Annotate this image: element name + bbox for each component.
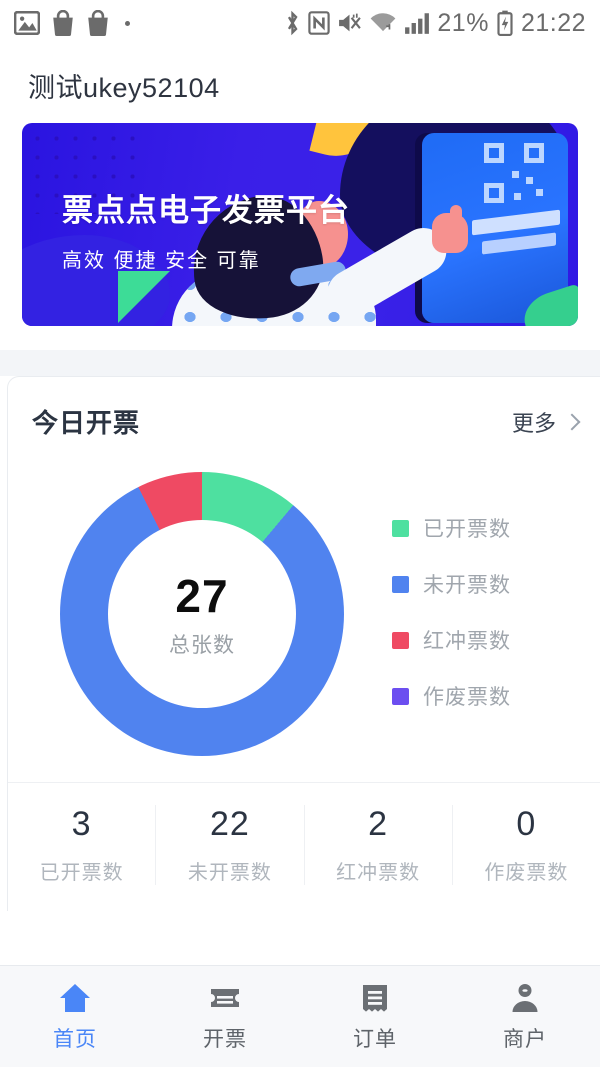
bluetooth-icon [288, 10, 298, 36]
banner-container: 票点点电子发票平台 高效 便捷 安全 可靠 [0, 123, 600, 326]
ticket-icon [211, 988, 239, 1007]
status-bar-notifications [14, 10, 130, 36]
legend-label: 已开票数 [423, 518, 511, 541]
stat-label: 已开票数 [39, 862, 124, 884]
legend-item: 红冲票数 [392, 625, 511, 655]
stat-label: 未开票数 [187, 862, 272, 884]
stat-cell[interactable]: 0 作废票数 [453, 805, 600, 885]
tab-label: 开票 [203, 1027, 247, 1051]
legend-swatch-icon [392, 687, 409, 705]
tab-invoice[interactable]: 开票 [150, 981, 300, 1053]
stat-value: 3 [71, 805, 92, 843]
stats-row: 3 已开票数 22 未开票数 2 红冲票数 0 作废票数 [8, 782, 600, 911]
chart-legend: 已开票数未开票数红冲票数作废票数 [392, 513, 511, 711]
shopping-bag-icon [88, 10, 108, 36]
home-icon [60, 983, 90, 1012]
stat-cell[interactable]: 22 未开票数 [156, 805, 305, 885]
page-title: 测试ukey52104 [28, 73, 220, 103]
person-icon [512, 983, 538, 1012]
bottom-tab-bar: 首页 开票 订单 商户 [0, 965, 600, 1067]
battery-percent: 21% [437, 8, 489, 37]
card-title: 今日开票 [32, 408, 141, 438]
legend-item: 已开票数 [392, 513, 511, 543]
stat-label: 作废票数 [484, 862, 569, 884]
nfc-icon [308, 11, 331, 35]
chart-area: 27 总张数 已开票数未开票数红冲票数作废票数 [8, 450, 600, 782]
stat-value: 2 [368, 805, 389, 843]
app-screen: 21% 21:22 测试ukey52104 票点点电子发票平台 高效 便捷 安全… [0, 0, 600, 1067]
card-header: 今日开票 更多 [8, 377, 600, 450]
tab-label: 商户 [503, 1027, 547, 1051]
tab-label: 首页 [53, 1027, 97, 1051]
section-divider [0, 350, 600, 376]
stat-label: 红冲票数 [336, 862, 421, 884]
donut-chart: 27 总张数 [38, 462, 378, 762]
legend-swatch-icon [392, 519, 409, 537]
tab-home[interactable]: 首页 [0, 981, 150, 1053]
stat-cell[interactable]: 3 已开票数 [8, 805, 157, 885]
status-bar: 21% 21:22 [0, 0, 600, 46]
mute-icon [339, 13, 362, 32]
tab-label: 订单 [353, 1027, 397, 1051]
donut-total-value: 27 [175, 570, 229, 622]
receipt-icon [363, 984, 387, 1012]
today-invoice-card: 今日开票 更多 27 总张数 已开票数 未开票数 红冲票数 作废票数 3 已开票数 22 未… [7, 376, 600, 911]
donut-total-label: 总张数 [169, 634, 235, 657]
signal-icon [405, 13, 430, 34]
stat-value: 0 [516, 805, 537, 843]
donut-center: 27 总张数 [108, 520, 296, 708]
battery-charging-icon [497, 10, 513, 36]
more-button[interactable]: 更多 [511, 406, 581, 438]
status-bar-system: 21% 21:22 [284, 9, 586, 38]
legend-label: 作废票数 [423, 686, 511, 709]
tab-orders[interactable]: 订单 [300, 981, 450, 1053]
more-label: 更多 [511, 410, 556, 436]
shopping-bag-icon [53, 10, 73, 36]
banner-title: 票点点电子发票平台 [62, 193, 350, 228]
legend-item: 作废票数 [392, 681, 511, 711]
tab-merchant[interactable]: 商户 [450, 981, 600, 1053]
legend-swatch-icon [392, 631, 409, 649]
stat-value: 22 [209, 805, 250, 843]
stat-cell[interactable]: 2 红冲票数 [305, 805, 453, 885]
legend-label: 红冲票数 [423, 630, 511, 653]
banner-qr-code-icon [484, 143, 552, 205]
chevron-right-icon [563, 413, 581, 430]
gallery-icon [14, 11, 40, 35]
legend-item: 未开票数 [392, 569, 511, 599]
banner-text-block: 票点点电子发票平台 高效 便捷 安全 可靠 [62, 185, 350, 273]
legend-label: 未开票数 [423, 574, 511, 597]
dot-indicator-icon [125, 20, 130, 26]
legend-swatch-icon [392, 575, 409, 593]
promo-banner[interactable]: 票点点电子发票平台 高效 便捷 安全 可靠 [22, 123, 578, 326]
wifi-icon [371, 13, 396, 32]
clock: 21:22 [520, 8, 586, 37]
banner-subtitle: 高效 便捷 安全 可靠 [62, 250, 261, 272]
